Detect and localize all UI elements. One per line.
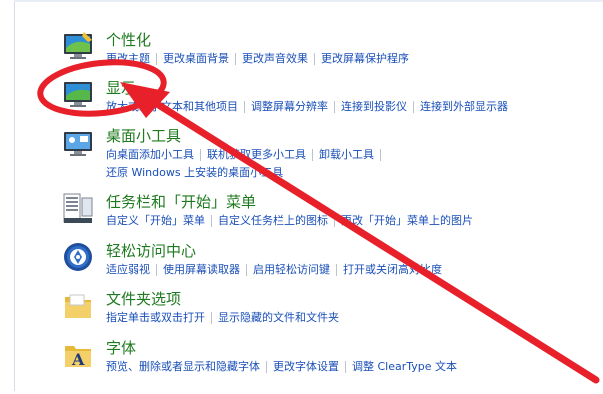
link-separator (312, 149, 313, 161)
link-customize-taskbar-icons[interactable]: 自定义任务栏上的图标 (218, 212, 328, 230)
link-change-sound-effects[interactable]: 更改声音效果 (242, 50, 308, 68)
link-adjust-cleartype[interactable]: 调整 ClearType 文本 (352, 358, 457, 376)
link-separator (413, 101, 414, 113)
link-adjust-resolution[interactable]: 调整屏幕分辨率 (251, 98, 328, 116)
top-divider (14, 0, 603, 2)
link-restore-gadgets[interactable]: 还原 Windows 上安装的桌面小工具 (106, 164, 283, 182)
link-separator (380, 149, 381, 161)
left-pane-edge (0, 0, 15, 391)
category-title[interactable]: 文件夹选项 (106, 288, 181, 309)
link-single-double-click[interactable]: 指定单击或双击打开 (106, 309, 205, 327)
link-change-start-menu-picture[interactable]: 更改「开始」菜单上的图片 (341, 212, 473, 230)
display-icon (64, 82, 92, 107)
link-use-screen-reader[interactable]: 使用屏幕读取器 (163, 261, 240, 279)
link-separator (314, 53, 315, 65)
link-customize-start-menu[interactable]: 自定义「开始」菜单 (106, 212, 205, 230)
link-separator (211, 215, 212, 227)
taskbar-start-menu-icon (63, 193, 93, 223)
link-separator (244, 101, 245, 113)
category-desktop-gadgets: 桌面小工具 向桌面添加小工具 联机获取更多小工具 卸载小工具 还原 Windows … (62, 126, 602, 182)
link-separator (345, 361, 346, 373)
link-separator (235, 53, 236, 65)
link-toggle-high-contrast[interactable]: 打开或关闭高对比度 (343, 261, 442, 279)
category-title[interactable]: 轻松访问中心 (106, 240, 196, 261)
link-add-gadgets[interactable]: 向桌面添加小工具 (106, 146, 194, 164)
link-change-font-settings[interactable]: 更改字体设置 (273, 358, 339, 376)
link-optimize-low-vision[interactable]: 适应弱视 (106, 261, 150, 279)
ease-of-access-icon (64, 243, 92, 271)
link-separator (266, 361, 267, 373)
link-preview-fonts[interactable]: 预览、删除或者显示和隐藏字体 (106, 358, 260, 376)
personalization-icon (64, 32, 92, 59)
link-separator (334, 101, 335, 113)
link-change-theme[interactable]: 更改主题 (106, 50, 150, 68)
link-show-hidden-files[interactable]: 显示隐藏的文件和文件夹 (218, 309, 339, 327)
category-folder-options: 文件夹选项 指定单击或双击打开 显示隐藏的文件和文件夹 (62, 289, 602, 345)
link-separator (200, 149, 201, 161)
link-zoom-text[interactable]: 放大或缩小文本和其他项目 (106, 98, 238, 116)
link-change-desktop-background[interactable]: 更改桌面背景 (163, 50, 229, 68)
category-fonts: A 字体 预览、删除或者显示和隐藏字体 更改字体设置 调整 ClearType 文本 (62, 338, 602, 394)
category-title[interactable]: 任务栏和「开始」菜单 (106, 191, 256, 212)
link-connect-external-display[interactable]: 连接到外部显示器 (420, 98, 508, 116)
link-uninstall-gadget[interactable]: 卸载小工具 (319, 146, 374, 164)
fonts-icon: A (65, 346, 91, 369)
link-separator (336, 264, 337, 276)
link-change-screensaver[interactable]: 更改屏幕保护程序 (321, 50, 409, 68)
category-title[interactable]: 字体 (106, 337, 136, 358)
link-separator (211, 312, 212, 324)
link-separator (246, 264, 247, 276)
link-connect-projector[interactable]: 连接到投影仪 (341, 98, 407, 116)
svg-text:A: A (71, 350, 85, 369)
link-separator (334, 215, 335, 227)
desktop-gadgets-icon (64, 132, 92, 156)
category-title[interactable]: 个性化 (106, 29, 151, 50)
link-enable-access-keys[interactable]: 启用轻松访问键 (253, 261, 330, 279)
folder-options-icon (65, 294, 91, 318)
link-separator (156, 264, 157, 276)
link-separator (156, 53, 157, 65)
category-title[interactable]: 显示 (106, 77, 136, 98)
category-title[interactable]: 桌面小工具 (106, 125, 181, 146)
link-get-more-gadgets[interactable]: 联机获取更多小工具 (207, 146, 306, 164)
